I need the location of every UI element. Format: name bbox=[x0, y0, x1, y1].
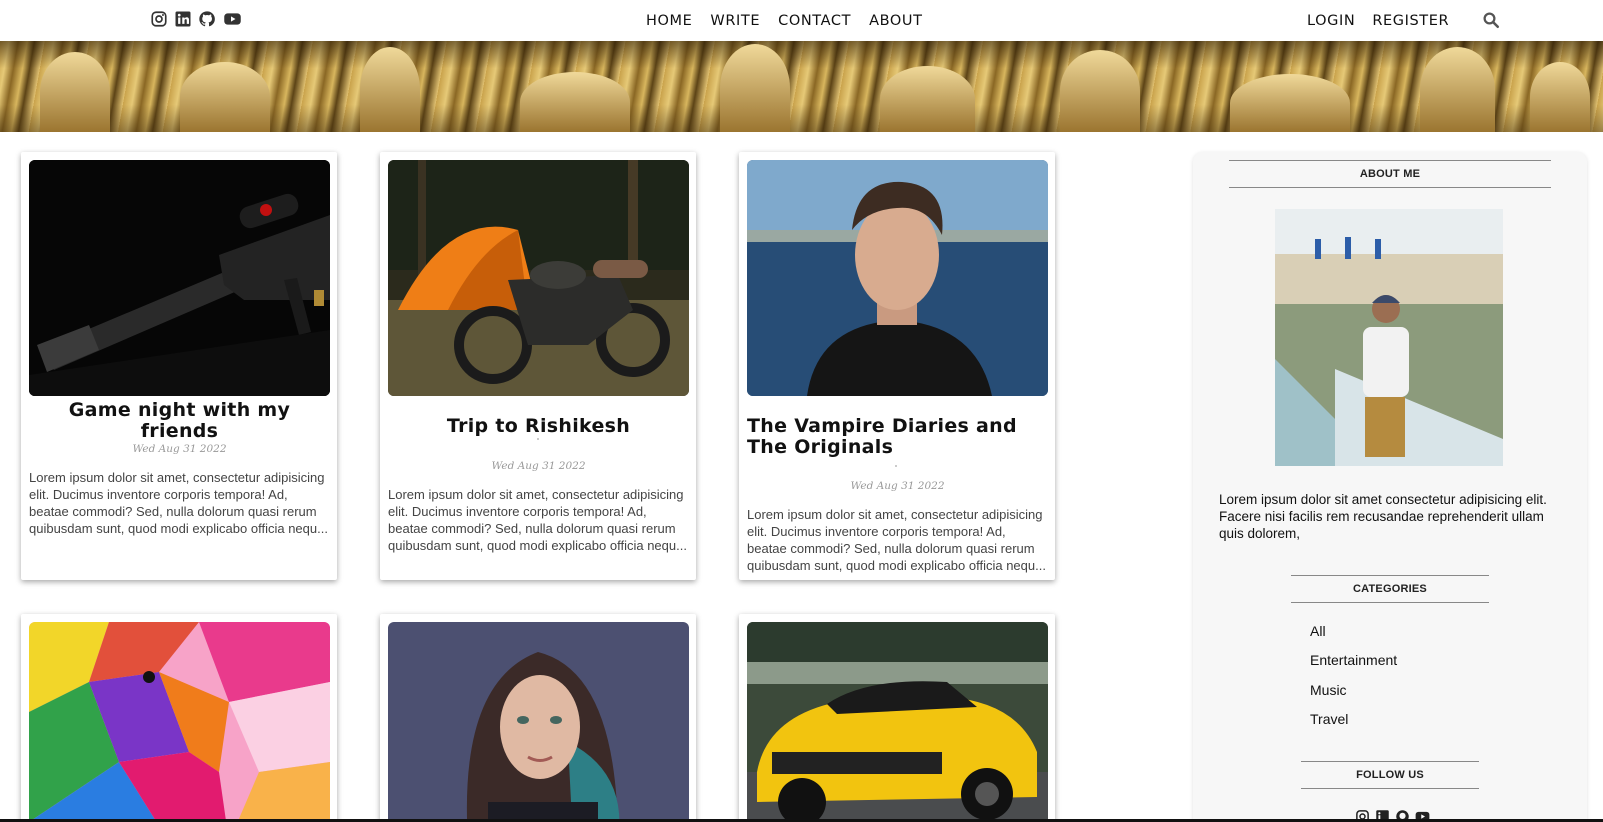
motorcycle-tent-photo bbox=[388, 160, 689, 396]
banner-rock bbox=[1530, 62, 1590, 132]
linkedin-icon[interactable] bbox=[174, 10, 192, 28]
login-link[interactable]: LOGIN bbox=[1307, 13, 1355, 29]
nav-write-link[interactable]: WRITE bbox=[710, 13, 760, 29]
category-link-entertainment[interactable]: Entertainment bbox=[1310, 652, 1397, 668]
pop-art-lion-photo bbox=[29, 622, 330, 822]
banner-rock bbox=[40, 52, 110, 132]
man-portrait-photo bbox=[747, 160, 1048, 396]
post-card[interactable]: Trip to Rishikesh Wed Aug 31 2022 Lorem … bbox=[380, 152, 696, 580]
top-navbar: HOME WRITE CONTACT ABOUT LOGIN REGISTER bbox=[0, 0, 1603, 41]
about-me-text: Lorem ipsum dolor sit amet consectetur a… bbox=[1219, 492, 1547, 541]
banner-rock bbox=[1230, 74, 1350, 132]
post-card[interactable] bbox=[21, 614, 337, 822]
post-image[interactable] bbox=[29, 160, 330, 396]
post-date: Wed Aug 31 2022 bbox=[132, 443, 227, 455]
post-card[interactable] bbox=[380, 614, 696, 822]
nav-about-link[interactable]: ABOUT bbox=[869, 13, 923, 29]
search-icon[interactable] bbox=[1482, 11, 1500, 29]
post-card[interactable]: The Vampire Diaries and The Originals We… bbox=[739, 152, 1055, 580]
post-card[interactable] bbox=[739, 614, 1055, 822]
post-title[interactable]: Trip to Rishikesh bbox=[388, 416, 689, 437]
post-image[interactable] bbox=[747, 160, 1048, 396]
decorative-dot bbox=[537, 438, 539, 440]
about-me-heading: ABOUT ME bbox=[1229, 160, 1551, 188]
category-link-all[interactable]: All bbox=[1310, 623, 1326, 639]
yellow-car-photo bbox=[747, 622, 1048, 822]
instagram-icon[interactable] bbox=[150, 10, 168, 28]
auth-nav: LOGIN REGISTER bbox=[1307, 0, 1449, 41]
register-link[interactable]: REGISTER bbox=[1372, 13, 1449, 29]
banner-rock bbox=[1060, 50, 1140, 132]
profile-photo bbox=[1275, 209, 1503, 466]
about-me-photo bbox=[1275, 209, 1503, 466]
nav-contact-link[interactable]: CONTACT bbox=[778, 13, 851, 29]
decorative-dot bbox=[895, 465, 897, 467]
category-link-travel[interactable]: Travel bbox=[1310, 711, 1348, 727]
post-image[interactable] bbox=[747, 622, 1048, 822]
post-date: Wed Aug 31 2022 bbox=[491, 460, 586, 472]
banner-rock bbox=[180, 62, 270, 132]
post-title[interactable]: Game night with my friends bbox=[29, 400, 330, 442]
categories-heading: CATEGORIES bbox=[1291, 575, 1489, 603]
github-icon[interactable] bbox=[198, 10, 216, 28]
post-description: Lorem ipsum dolor sit amet, consectetur … bbox=[747, 507, 1046, 573]
post-image[interactable] bbox=[388, 622, 689, 822]
sidebar: ABOUT ME Lorem ipsum dolor sit amet cons… bbox=[1193, 152, 1587, 822]
banner-rock bbox=[360, 47, 420, 132]
post-date: Wed Aug 31 2022 bbox=[850, 480, 945, 492]
post-description: Lorem ipsum dolor sit amet, consectetur … bbox=[388, 487, 687, 553]
woman-portrait-photo bbox=[388, 622, 689, 822]
social-links bbox=[150, 10, 243, 28]
follow-us-heading: FOLLOW US bbox=[1301, 761, 1479, 789]
banner-rock bbox=[880, 66, 975, 132]
category-link-music[interactable]: Music bbox=[1310, 682, 1347, 698]
header-banner-image bbox=[0, 41, 1603, 132]
post-description: Lorem ipsum dolor sit amet, consectetur … bbox=[29, 470, 328, 536]
post-card[interactable]: Game night with my friends Wed Aug 31 20… bbox=[21, 152, 337, 580]
rifle-photo bbox=[29, 160, 330, 396]
youtube-icon[interactable] bbox=[222, 10, 243, 28]
banner-rock bbox=[720, 44, 790, 132]
post-title[interactable]: The Vampire Diaries and The Originals bbox=[747, 416, 1048, 458]
post-image[interactable] bbox=[29, 622, 330, 822]
main-nav: HOME WRITE CONTACT ABOUT bbox=[646, 0, 923, 41]
nav-home-link[interactable]: HOME bbox=[646, 13, 692, 29]
post-image[interactable] bbox=[388, 160, 689, 396]
banner-rock bbox=[520, 72, 630, 132]
banner-rock bbox=[1420, 47, 1495, 132]
